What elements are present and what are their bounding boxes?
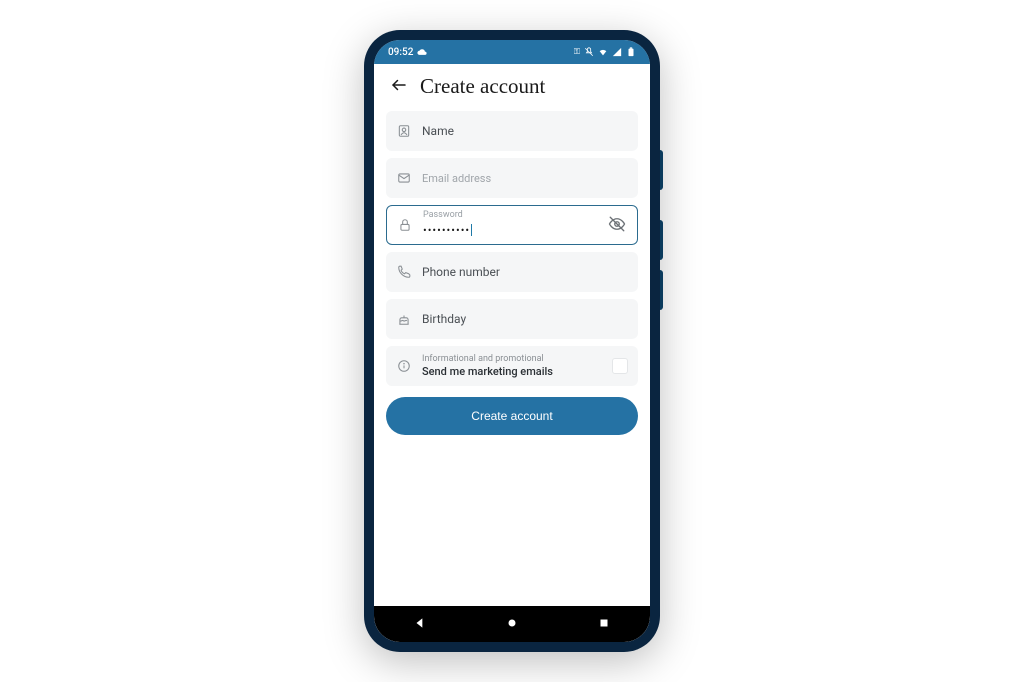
create-account-button[interactable]: Create account [386,397,638,435]
status-bar: 09:52 ⚿ [374,40,650,64]
phone-field[interactable]: Phone number [386,252,638,292]
nav-recent-button[interactable] [595,615,613,633]
cake-icon [396,311,412,327]
triangle-back-icon [413,616,427,633]
phone-icon [396,264,412,280]
lock-icon [397,217,413,233]
status-left: 09:52 [388,47,427,58]
back-arrow-icon [390,76,408,97]
password-value: •••••••••• [423,224,472,237]
wifi-icon [598,47,608,57]
battery-icon [626,47,636,57]
signup-form: Name Email address Password •••••••••• [374,107,650,435]
password-field[interactable]: Password •••••••••• [386,205,638,245]
screen: 09:52 ⚿ [374,40,650,642]
app-header: Create account [374,64,650,107]
status-right: ⚿ [574,47,636,57]
marketing-checkbox[interactable] [612,358,628,374]
nav-back-button[interactable] [411,615,429,633]
eye-off-icon [608,215,626,236]
text-cursor [471,224,472,236]
mute-icon [584,47,594,57]
android-navbar [374,606,650,642]
phone-mockup: 09:52 ⚿ [364,30,660,652]
circle-home-icon [505,616,519,633]
status-time: 09:52 [388,47,413,58]
mail-icon [396,170,412,186]
back-button[interactable] [388,76,410,98]
marketing-consent-row[interactable]: Informational and promotional Send me ma… [386,346,638,386]
square-recent-icon [597,616,611,633]
person-icon [396,123,412,139]
name-field[interactable]: Name [386,111,638,151]
name-placeholder: Name [422,124,454,138]
birthday-placeholder: Birthday [422,312,466,326]
email-field[interactable]: Email address [386,158,638,198]
info-icon [396,358,412,374]
cloud-icon [417,47,427,57]
vpn-icon: ⚿ [574,47,580,57]
nav-home-button[interactable] [503,615,521,633]
page-title: Create account [420,74,545,99]
phone-placeholder: Phone number [422,265,500,279]
birthday-field[interactable]: Birthday [386,299,638,339]
password-label: Password [423,210,463,220]
toggle-password-visibility-button[interactable] [607,215,627,235]
marketing-label: Send me marketing emails [422,365,553,378]
signal-icon [612,47,622,57]
email-placeholder: Email address [422,172,491,185]
marketing-text: Informational and promotional Send me ma… [422,354,553,378]
marketing-small: Informational and promotional [422,354,553,365]
